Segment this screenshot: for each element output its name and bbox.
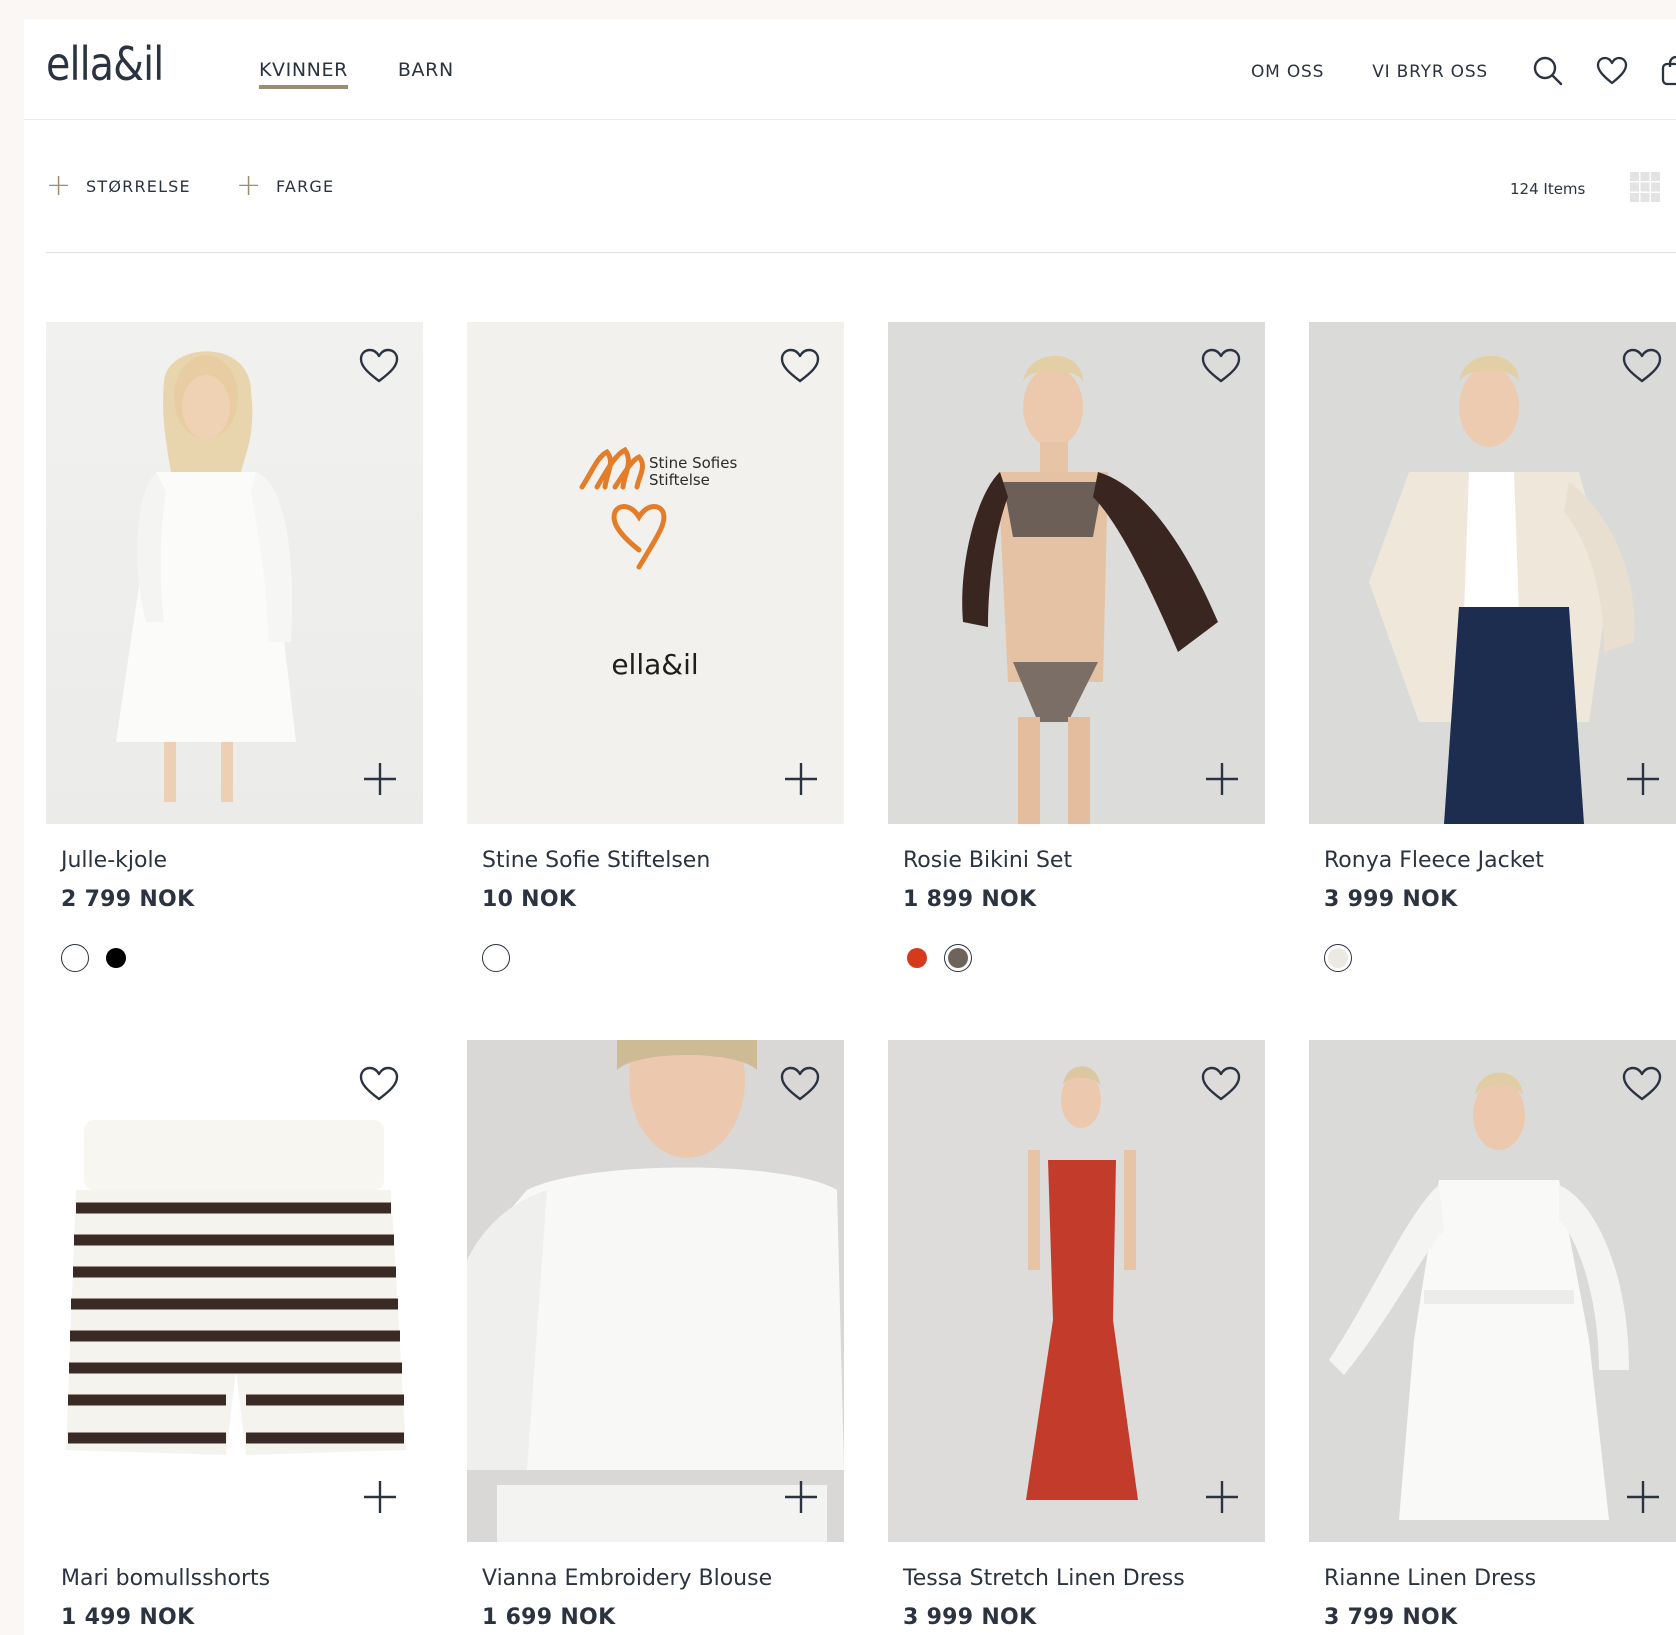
filter-bar: + STØRRELSE + FARGE 124 Items [46,120,1676,253]
add-to-cart-icon[interactable] [1626,762,1660,796]
wishlist-heart-icon[interactable] [359,1066,399,1102]
product-price: 3 999 NOK [1324,887,1458,912]
wishlist-heart-icon[interactable] [1622,1066,1662,1102]
nav-vi-bryr-oss[interactable]: VI BRYR OSS [1372,62,1488,82]
color-swatch-brown[interactable] [944,944,972,972]
color-swatches [1324,944,1365,972]
product-image[interactable] [888,1040,1265,1542]
product-name[interactable]: Julle-kjole [61,848,167,873]
heart-icon[interactable] [1596,55,1628,87]
grid-small-icon[interactable] [1630,172,1660,202]
blouse-photo [467,1040,844,1542]
color-swatch-white[interactable] [61,944,89,972]
filter-farge[interactable]: + FARGE [236,168,335,203]
main-nav: KVINNER BARN [259,59,504,89]
add-to-cart-icon[interactable] [1626,1480,1660,1514]
add-to-cart-icon[interactable] [363,762,397,796]
card-brand-text: ella&il [611,648,698,681]
product-name[interactable]: Vianna Embroidery Blouse [482,1566,772,1591]
filter-label: FARGE [276,176,335,196]
product-price: 1 699 NOK [482,1605,616,1630]
wishlist-heart-icon[interactable] [780,348,820,384]
nav-barn[interactable]: BARN [398,59,454,89]
bikini-photo [962,355,1218,824]
fleece-jacket-photo [1369,355,1635,824]
stine-sofie-card: Stine Sofies Stiftelse ella&il [467,322,844,824]
color-swatch-red[interactable] [903,944,931,972]
filter-storrelse[interactable]: + STØRRELSE [46,168,191,203]
product-name[interactable]: Mari bomullsshorts [61,1566,270,1591]
color-swatch-black[interactable] [102,944,130,972]
product-name[interactable]: Tessa Stretch Linen Dress [903,1566,1185,1591]
product-name[interactable]: Stine Sofie Stiftelsen [482,848,710,873]
add-to-cart-icon[interactable] [784,762,818,796]
nav-om-oss[interactable]: OM OSS [1251,62,1324,82]
product-name[interactable]: Rianne Linen Dress [1324,1566,1536,1591]
search-icon[interactable] [1532,55,1564,87]
product-image[interactable] [888,322,1265,824]
site-header: ella&il KVINNER BARN OM OSS VI BRYR OSS [24,19,1676,120]
color-swatch-white[interactable] [482,944,510,972]
color-swatch-cream[interactable] [1324,944,1352,972]
striped-shorts-photo [66,1120,406,1455]
product-price: 3 999 NOK [903,1605,1037,1630]
add-to-cart-icon[interactable] [1205,762,1239,796]
logo[interactable]: ella&il [46,41,164,87]
wishlist-heart-icon[interactable] [359,348,399,384]
color-swatches [903,944,985,972]
add-to-cart-icon[interactable] [1205,1480,1239,1514]
bag-icon[interactable] [1660,55,1676,87]
item-count: 124 Items [1510,180,1586,198]
plus-icon: + [46,168,72,203]
product-image[interactable] [46,1040,423,1542]
add-to-cart-icon[interactable] [363,1480,397,1514]
product-price: 3 799 NOK [1324,1605,1458,1630]
add-to-cart-icon[interactable] [784,1480,818,1514]
white-dress-photo [116,351,296,802]
product-price: 1 899 NOK [903,887,1037,912]
plus-icon: + [236,168,262,203]
wishlist-heart-icon[interactable] [780,1066,820,1102]
wishlist-heart-icon[interactable] [1622,348,1662,384]
wishlist-heart-icon[interactable] [1201,348,1241,384]
nav-kvinner[interactable]: KVINNER [259,59,348,89]
white-linen-dress-photo [1329,1072,1629,1520]
product-image[interactable]: Stine Sofies Stiftelse ella&il [467,322,844,824]
color-swatches [482,944,523,972]
red-dress-photo [1026,1066,1138,1500]
product-name[interactable]: Rosie Bikini Set [903,848,1072,873]
secondary-nav: OM OSS VI BRYR OSS [1251,62,1536,82]
wishlist-heart-icon[interactable] [1201,1066,1241,1102]
product-price: 2 799 NOK [61,887,195,912]
product-price: 1 499 NOK [61,1605,195,1630]
product-price: 10 NOK [482,887,577,912]
product-image[interactable] [467,1040,844,1542]
product-image[interactable] [1309,322,1676,824]
product-image[interactable] [46,322,423,824]
product-name[interactable]: Ronya Fleece Jacket [1324,848,1544,873]
filter-label: STØRRELSE [86,176,191,196]
product-image[interactable] [1309,1040,1676,1542]
page: ella&il KVINNER BARN OM OSS VI BRYR OSS … [24,19,1676,1635]
color-swatches [61,944,143,972]
